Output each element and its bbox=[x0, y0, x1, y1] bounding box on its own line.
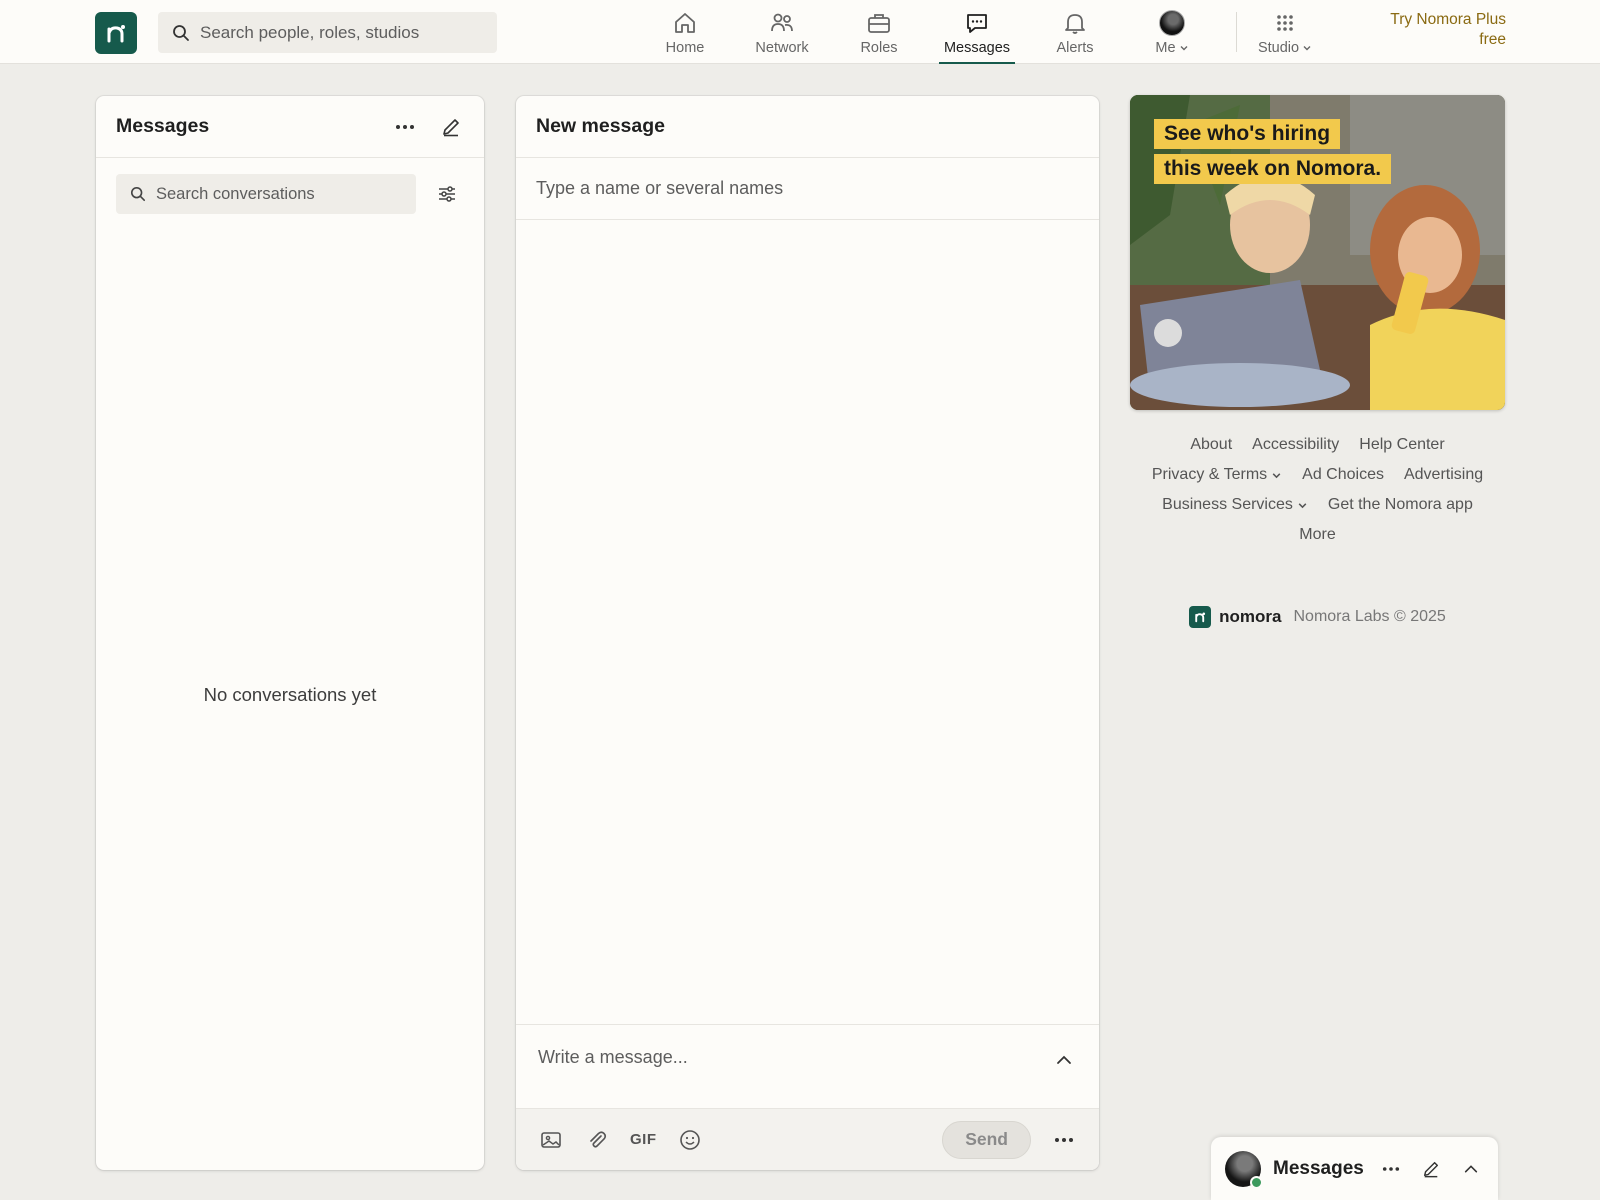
search-icon bbox=[130, 186, 146, 202]
pencil-icon bbox=[1423, 1161, 1439, 1177]
nav-roles-label: Roles bbox=[860, 40, 898, 56]
compose-toolbar: GIF Send bbox=[516, 1108, 1099, 1170]
new-message-panel: New message GIF bbox=[516, 96, 1099, 1170]
recipient-field[interactable] bbox=[516, 158, 1099, 220]
attach-file-button[interactable] bbox=[584, 1127, 610, 1153]
nav-studio-text: Studio bbox=[1257, 40, 1300, 56]
brand-wordmark: nomora bbox=[1219, 607, 1282, 626]
online-status-dot bbox=[1250, 1175, 1263, 1189]
conversation-search-input[interactable] bbox=[156, 184, 396, 204]
chevron-down-icon bbox=[1298, 502, 1307, 508]
try-plus-link[interactable]: Try Nomora Plus free bbox=[1360, 10, 1506, 50]
more-horizontal-icon bbox=[1382, 1166, 1400, 1171]
ad-headline-line2: this week on Nomora. bbox=[1154, 154, 1392, 184]
image-icon bbox=[541, 1131, 561, 1148]
avatar bbox=[1225, 1150, 1263, 1189]
footer-brand: nomora Nomora Labs © 2025 bbox=[1130, 606, 1505, 628]
footer-link-help-center[interactable]: Help Center bbox=[1359, 436, 1444, 454]
nav-home-label: Home bbox=[665, 40, 705, 56]
nav-me-text: Me bbox=[1155, 40, 1176, 56]
search-icon bbox=[173, 24, 189, 41]
new-message-title: New message bbox=[536, 115, 665, 137]
footer-link-more[interactable]: More bbox=[1299, 526, 1335, 544]
compose-more-button[interactable] bbox=[1051, 1127, 1077, 1153]
emoji-button[interactable] bbox=[677, 1127, 703, 1153]
filter-sliders-icon bbox=[439, 186, 455, 202]
nomora-logo-small bbox=[1189, 606, 1212, 628]
more-horizontal-icon bbox=[396, 124, 414, 129]
more-horizontal-icon bbox=[1055, 1137, 1073, 1142]
footer-link-accessibility[interactable]: Accessibility bbox=[1252, 436, 1339, 454]
nav-home[interactable]: Home bbox=[637, 0, 733, 64]
nav-alerts[interactable]: Alerts bbox=[1027, 0, 1123, 64]
chevron-down-icon bbox=[1180, 46, 1188, 51]
emoji-icon bbox=[679, 1129, 700, 1150]
filter-button[interactable] bbox=[434, 181, 460, 207]
home-icon bbox=[675, 13, 695, 33]
nav-me-label: Me bbox=[1155, 40, 1188, 56]
nav-roles[interactable]: Roles bbox=[831, 0, 927, 64]
expand-compose-button[interactable] bbox=[1051, 1047, 1077, 1073]
chevron-down-icon bbox=[1272, 472, 1281, 478]
empty-state-text: No conversations yet bbox=[203, 684, 377, 705]
nav-network[interactable]: Network bbox=[734, 0, 830, 64]
messaging-bar-compose-button[interactable] bbox=[1418, 1156, 1444, 1182]
global-search-input[interactable] bbox=[200, 22, 470, 43]
global-search[interactable] bbox=[158, 12, 497, 53]
top-navigation: Home Network Roles Messages A bbox=[0, 0, 1600, 64]
avatar bbox=[1159, 10, 1185, 36]
briefcase-icon bbox=[868, 14, 890, 33]
footer-link-business-services-text: Business Services bbox=[1162, 496, 1293, 513]
more-options-button[interactable] bbox=[392, 114, 418, 140]
logo-mark-icon bbox=[107, 25, 125, 43]
chevron-up-icon bbox=[1464, 1164, 1478, 1172]
send-button[interactable]: Send bbox=[942, 1120, 1031, 1159]
attach-image-button[interactable] bbox=[538, 1127, 564, 1153]
conversations-header: Messages bbox=[96, 96, 484, 158]
footer-links: About Accessibility Help Center Privacy … bbox=[1130, 436, 1505, 556]
pencil-icon bbox=[443, 118, 459, 136]
grid-icon bbox=[1277, 15, 1293, 31]
nav-network-label: Network bbox=[755, 40, 809, 56]
bell-icon bbox=[1065, 14, 1085, 34]
footer-link-advertising[interactable]: Advertising bbox=[1404, 466, 1483, 484]
try-plus-line2: free bbox=[1479, 31, 1506, 48]
copyright-text: Nomora Labs © 2025 bbox=[1293, 608, 1446, 625]
footer-link-business-services[interactable]: Business Services bbox=[1162, 496, 1308, 514]
chevron-up-icon bbox=[1057, 1055, 1071, 1064]
people-icon bbox=[771, 13, 793, 32]
nav-studio[interactable]: Studio bbox=[1237, 0, 1333, 64]
footer-link-about[interactable]: About bbox=[1190, 436, 1232, 454]
chat-icon bbox=[967, 14, 987, 33]
nav-messages-label: Messages bbox=[943, 40, 1011, 56]
footer-link-get-app[interactable]: Get the Nomora app bbox=[1328, 496, 1473, 514]
new-message-header: New message bbox=[516, 96, 1099, 158]
nav-me[interactable]: Me bbox=[1124, 0, 1220, 64]
nav-messages[interactable]: Messages bbox=[929, 0, 1025, 64]
chevron-down-icon bbox=[1303, 46, 1311, 51]
message-compose-area[interactable] bbox=[516, 1024, 1099, 1108]
nomora-logo[interactable] bbox=[95, 12, 137, 54]
messaging-bar-expand-button[interactable] bbox=[1458, 1156, 1484, 1182]
footer-link-ad-choices[interactable]: Ad Choices bbox=[1302, 466, 1384, 484]
conversations-panel: Messages Search conversations No convers… bbox=[96, 96, 484, 1170]
ad-headline-line1: See who's hiring bbox=[1154, 119, 1341, 149]
nav-studio-label: Studio bbox=[1258, 40, 1312, 56]
paperclip-icon bbox=[590, 1130, 607, 1148]
nav-alerts-label: Alerts bbox=[1056, 40, 1094, 56]
logo-mark-icon bbox=[1195, 612, 1206, 623]
footer-link-privacy-terms-text: Privacy & Terms bbox=[1151, 466, 1268, 483]
recipient-input[interactable] bbox=[536, 178, 1079, 199]
gif-button[interactable]: GIF bbox=[630, 1131, 657, 1148]
hiring-ad-banner[interactable]: See who's hiring this week on Nomora. bbox=[1130, 95, 1505, 410]
conversation-search[interactable] bbox=[116, 174, 416, 214]
compose-button[interactable] bbox=[438, 114, 464, 140]
conversations-title: Messages bbox=[116, 115, 210, 137]
messaging-overlay-bar[interactable]: Messages bbox=[1211, 1137, 1498, 1200]
message-body-input[interactable] bbox=[538, 1047, 1051, 1068]
messaging-bar-more-button[interactable] bbox=[1378, 1156, 1404, 1182]
footer-link-privacy-terms[interactable]: Privacy & Terms bbox=[1152, 466, 1282, 484]
try-plus-line1: Try Nomora Plus bbox=[1390, 11, 1506, 28]
messaging-bar-title: Messages bbox=[1273, 1157, 1364, 1179]
